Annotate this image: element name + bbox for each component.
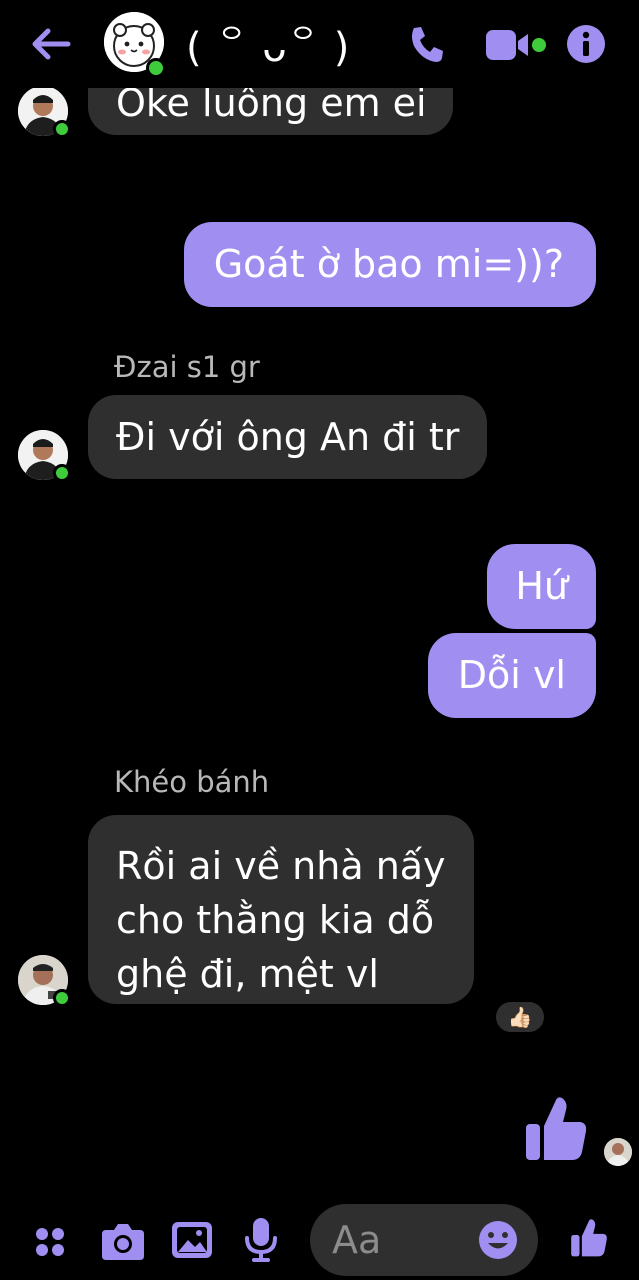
message-line: Rồi ai về nhà nấy [116, 844, 446, 888]
back-arrow-icon[interactable] [28, 24, 72, 64]
conversation-title[interactable]: ( ꒪ ᴗ꒪ ) [186, 18, 350, 71]
sender-name: Đzai s1 gr [114, 350, 260, 384]
message-input[interactable] [332, 1214, 482, 1266]
seen-avatar [604, 1138, 632, 1166]
message-text: Đi với ông An đi tr [116, 415, 460, 459]
message-line: ghệ đi, mệt vl [116, 952, 379, 996]
gallery-icon[interactable] [172, 1220, 212, 1260]
message-bubble-outgoing[interactable]: Goát ờ bao mi=))? [183, 222, 596, 307]
message-text: Dỗi vl [457, 653, 566, 697]
conversation-header: ( ꒪ ᴗ꒪ ) [0, 0, 639, 88]
conversation: Oke luông em ei Goát ờ bao mi=))? Đzai s… [0, 0, 639, 1200]
microphone-icon[interactable] [244, 1218, 278, 1262]
message-text: Hứ [515, 564, 568, 608]
info-icon[interactable] [566, 24, 606, 64]
message-bubble-outgoing[interactable]: Dỗi vl [427, 633, 596, 718]
message-bubble-incoming[interactable]: Rồi ai về nhà nấy cho thằng kia dỗ ghệ đ… [88, 815, 474, 1004]
online-status-indicator [53, 464, 71, 482]
online-status-indicator [53, 120, 71, 138]
message-line: cho thằng kia dỗ [116, 898, 435, 942]
message-text: Goát ờ bao mi=))? [213, 242, 564, 286]
video-camera-icon[interactable] [486, 28, 548, 62]
message-reaction[interactable]: 👍🏻 [494, 1000, 546, 1034]
thumbs-up-reaction-icon: 👍🏻 [507, 1005, 533, 1029]
message-bubble-incoming[interactable]: Đi với ông An đi tr [88, 395, 488, 479]
message-bubble-outgoing[interactable]: Hứ [487, 544, 596, 629]
online-status-indicator [146, 58, 166, 78]
thumbs-up-icon[interactable] [524, 1096, 588, 1162]
sender-name: Khéo bánh [114, 765, 270, 799]
thumbs-up-icon[interactable] [570, 1218, 608, 1258]
menu-dots-icon[interactable] [34, 1226, 66, 1258]
phone-icon[interactable] [408, 24, 446, 64]
emoji-icon[interactable] [478, 1220, 518, 1260]
online-status-indicator [53, 989, 71, 1007]
message-composer [310, 1204, 538, 1276]
camera-icon[interactable] [102, 1222, 144, 1260]
